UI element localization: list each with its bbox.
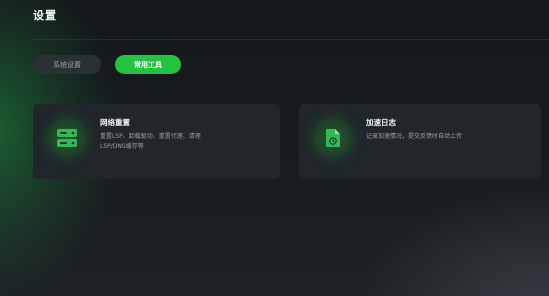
document-icon	[313, 118, 353, 158]
tab-common-tools[interactable]: 常用工具	[115, 55, 181, 74]
tool-description: 重置LSP、卸载驱动、重置代理、清理LSP/DNS缓存等	[100, 133, 201, 150]
tab-bar: 系统设置 常用工具	[33, 55, 181, 74]
tab-system-settings[interactable]: 系统设置	[33, 55, 101, 74]
server-icon	[47, 118, 87, 158]
tool-description: 记录加速情况，提交反馈时自动上传	[366, 133, 463, 140]
tool-card-network-reset[interactable]: 网络重置 重置LSP、卸载驱动、重置代理、清理LSP/DNS缓存等	[33, 104, 280, 179]
tool-card-acceleration-log[interactable]: 加速日志 记录加速情况，提交反馈时自动上传	[299, 104, 541, 179]
page-title: 设置	[33, 9, 57, 22]
header-divider	[33, 39, 549, 40]
tool-title: 加速日志	[366, 118, 396, 127]
tool-title: 网络重置	[100, 118, 130, 127]
